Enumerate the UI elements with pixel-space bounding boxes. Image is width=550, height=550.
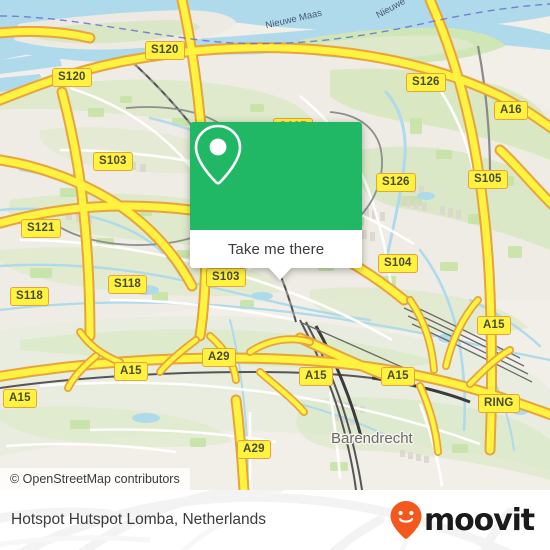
location-title-text: Hotspot Hutspot Lomba, Netherlands [11,511,267,528]
road-shield[interactable]: S121 [21,219,61,238]
bottom-info-bar: Hotspot Hutspot Lomba, Netherlands moovi… [0,490,550,550]
road-shield[interactable]: S118 [108,275,148,294]
map-attribution[interactable]: © OpenStreetMap contributors [0,468,190,490]
moovit-wordmark: moovit [423,502,535,538]
location-callout[interactable]: Take me there [190,122,362,280]
road-shield[interactable]: S103 [206,268,246,287]
road-shield[interactable]: S118 [10,287,50,306]
road-shield[interactable]: RING [478,394,520,413]
road-shield[interactable]: S126 [376,173,416,192]
road-shield[interactable]: A15 [299,367,333,386]
road-shield[interactable]: S126 [406,73,446,92]
road-shield[interactable]: A16 [494,101,528,120]
attribution-text: © OpenStreetMap contributors [10,472,180,486]
map-canvas[interactable]: Nieuwe Maas Nieuwe S120 S120 S126 A16 S1… [0,0,550,490]
road-shield[interactable]: A29 [202,348,236,367]
map-screenshot: Nieuwe Maas Nieuwe S120 S120 S126 A16 S1… [0,0,550,550]
location-title: Hotspot Hutspot Lomba, Netherlands [11,490,266,550]
road-shield[interactable]: S120 [52,68,92,87]
callout-header [190,122,362,230]
road-shield[interactable]: A15 [477,316,511,335]
callout-action[interactable]: Take me there [190,230,362,280]
road-shield[interactable]: A15 [3,389,37,408]
road-shield[interactable]: S104 [378,254,418,273]
location-pin-icon [194,124,242,185]
callout-action-label: Take me there [227,240,325,258]
road-shield[interactable]: S120 [145,41,185,60]
callout-tail [268,267,292,280]
road-shield[interactable]: S105 [468,170,508,189]
road-shield[interactable]: A15 [381,367,415,386]
road-shield[interactable]: S103 [93,152,133,171]
moovit-smiley-pin-icon [390,501,422,539]
road-shield[interactable]: A15 [114,362,148,381]
road-shield[interactable]: A29 [237,440,271,459]
place-label-barendrecht: Barendrecht [331,430,413,447]
moovit-brand[interactable]: moovit [389,490,535,550]
